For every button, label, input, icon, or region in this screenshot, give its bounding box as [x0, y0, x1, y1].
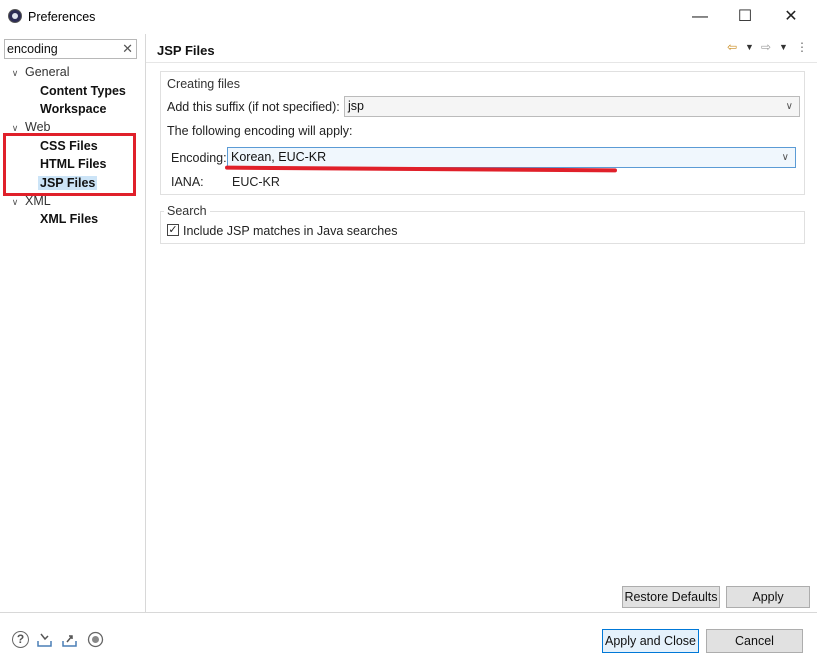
include-jsp-label: Include JSP matches in Java searches	[183, 224, 398, 238]
tree-item-label: XML	[25, 194, 51, 208]
tree-item-xml-files[interactable]: XML Files	[38, 210, 100, 228]
tree-item-label: XML Files	[40, 212, 99, 226]
view-menu-icon[interactable]: ⋮	[796, 40, 808, 54]
suffix-combo[interactable]: jsp ∨	[344, 96, 800, 117]
include-jsp-checkbox[interactable]: ✓	[167, 224, 179, 236]
encoding-intro-label: The following encoding will apply:	[167, 124, 353, 138]
header-divider	[146, 62, 817, 63]
tree-item-label: Content Types	[40, 84, 126, 98]
creating-files-label: Creating files	[164, 77, 243, 91]
suffix-value: jsp	[348, 99, 364, 113]
back-dropdown-icon[interactable]: ▼	[745, 42, 754, 52]
back-arrow-icon[interactable]: ⇦	[727, 40, 737, 54]
forward-arrow-icon[interactable]: ⇨	[761, 40, 771, 54]
record-icon[interactable]	[87, 631, 104, 648]
tree-item-general[interactable]: ∨ General	[0, 63, 70, 82]
chevron-down-icon[interactable]: ∨	[9, 64, 21, 82]
apply-and-close-button[interactable]: Apply and Close	[602, 629, 699, 653]
clear-filter-icon[interactable]: ✕	[122, 40, 133, 58]
encoding-combo[interactable]: Korean, EUC-KR ∨	[227, 147, 796, 168]
suffix-label: Add this suffix (if not specified):	[167, 100, 340, 114]
search-group-label: Search	[164, 204, 210, 218]
help-icon[interactable]: ?	[12, 631, 29, 648]
chevron-down-icon[interactable]: ∨	[782, 148, 789, 167]
chevron-down-icon[interactable]: ∨	[786, 97, 793, 116]
import-icon[interactable]	[36, 631, 53, 648]
cancel-button[interactable]: Cancel	[706, 629, 803, 653]
forward-dropdown-icon[interactable]: ▼	[779, 42, 788, 52]
iana-value: EUC-KR	[232, 175, 280, 189]
iana-label: IANA:	[171, 175, 204, 189]
minimize-button[interactable]: —	[677, 4, 723, 30]
encoding-value: Korean, EUC-KR	[231, 150, 327, 164]
encoding-label: Encoding:	[171, 151, 227, 165]
close-button[interactable]: ✕	[768, 4, 814, 30]
export-icon[interactable]	[61, 631, 78, 648]
tree-item-label: Workspace	[40, 102, 107, 116]
tree-item-label: General	[25, 65, 70, 79]
tree-item-content-types[interactable]: Content Types	[38, 82, 128, 100]
filter-box: ✕	[4, 39, 137, 59]
window-title: Preferences	[28, 10, 96, 24]
eclipse-app-icon	[8, 9, 22, 23]
page-title: JSP Files	[157, 43, 215, 58]
red-highlight-box	[3, 133, 136, 196]
apply-button[interactable]: Apply	[726, 586, 810, 608]
tree-item-label: Web	[25, 120, 51, 134]
restore-defaults-button[interactable]: Restore Defaults	[622, 586, 720, 608]
maximize-button[interactable]: ☐	[722, 4, 768, 30]
tree-item-workspace[interactable]: Workspace	[38, 100, 108, 118]
filter-input[interactable]	[7, 41, 117, 57]
